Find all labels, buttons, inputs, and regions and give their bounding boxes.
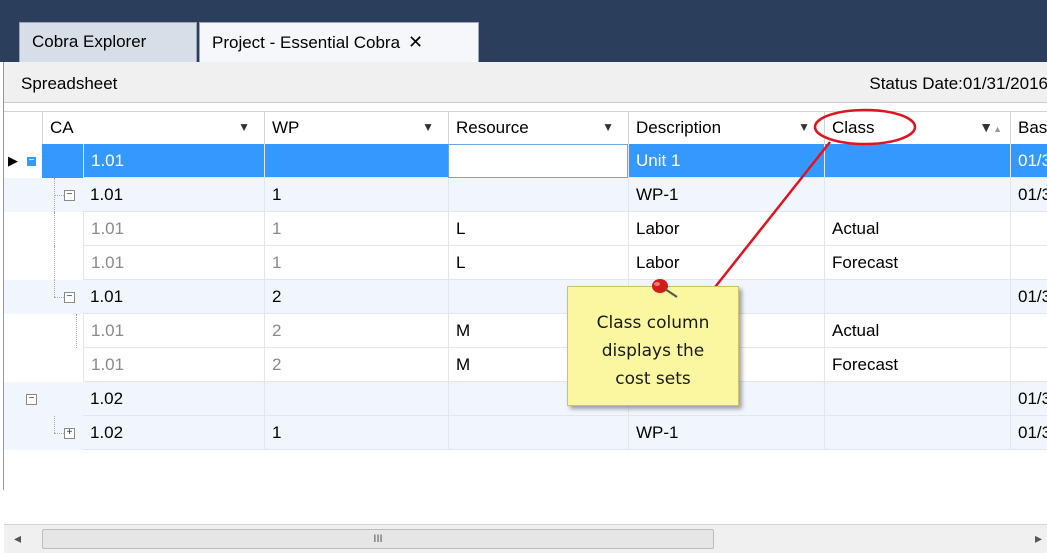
scroll-left-icon[interactable]: ◂: [14, 530, 21, 547]
scroll-thumb-grip: III: [373, 533, 383, 545]
note-line: displays the: [601, 341, 705, 361]
note-line: Class column: [596, 313, 710, 333]
scroll-thumb[interactable]: III: [42, 529, 714, 549]
annotation-overlay: [707, 108, 917, 297]
highlight-ellipse: [813, 108, 917, 146]
note-line: cost sets: [615, 369, 691, 389]
sticky-note-annotation: Class column displays the cost sets: [567, 286, 739, 406]
horizontal-scrollbar[interactable]: ◂ III ▸: [4, 524, 1047, 553]
scroll-right-icon[interactable]: ▸: [1035, 530, 1042, 547]
callout-arrow: [707, 141, 831, 297]
pushpin-icon: [652, 279, 678, 298]
